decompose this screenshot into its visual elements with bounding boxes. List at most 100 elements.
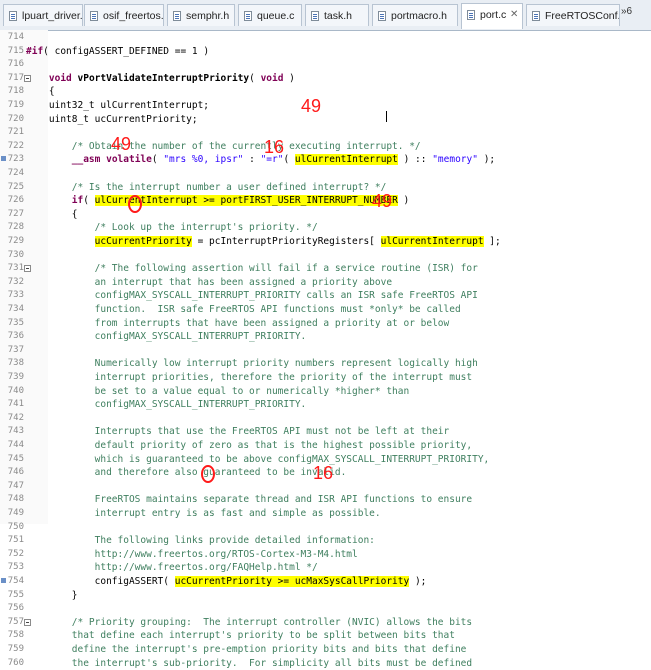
code-text: interrupt entry is as fast and simple as… [26, 507, 381, 521]
code-line[interactable]: 719 uint32_t ulCurrentInterrupt; [0, 99, 651, 113]
tab-file[interactable]: osif_freertos.c [84, 4, 164, 26]
line-number: 717 [7, 72, 24, 83]
code-line[interactable]: 745 which is guaranteed to be above conf… [0, 453, 651, 467]
c-file-icon [173, 11, 181, 21]
line-number: 756 [7, 603, 24, 614]
code-token: vPortValidateInterruptPriority [77, 72, 250, 84]
code-line[interactable]: 728 /* Look up the interrupt's priority.… [0, 221, 651, 235]
code-line[interactable]: 716 [0, 58, 651, 72]
code-line[interactable]: 749 interrupt entry is as fast and simpl… [0, 507, 651, 521]
code-text: an interrupt that has been assigned a pr… [26, 276, 392, 290]
tab-file[interactable]: task.h [305, 4, 369, 26]
tab-file[interactable]: semphr.h [167, 4, 235, 26]
tab-overflow-button[interactable]: »6 [621, 6, 632, 17]
line-number: 745 [7, 453, 24, 464]
code-line[interactable]: 739 interrupt priorities, therefore the … [0, 371, 651, 385]
code-line[interactable]: 755 } [0, 589, 651, 603]
code-line[interactable]: 736 configMAX_SYSCALL_INTERRUPT_PRIORITY… [0, 330, 651, 344]
code-token: ) [397, 195, 410, 207]
code-line[interactable]: 754 configASSERT( ucCurrentPriority >= u… [0, 575, 651, 589]
code-line[interactable]: 747 [0, 480, 651, 494]
line-number: 759 [7, 644, 24, 654]
code-line[interactable]: 722 /* Obtain the number of the currentl… [0, 140, 651, 154]
line-number: 734 [7, 304, 24, 314]
line-number: 758 [7, 630, 24, 641]
code-line[interactable]: 748 FreeRTOS maintains separate thread a… [0, 493, 651, 507]
tab-file[interactable]: queue.c [238, 4, 302, 26]
line-number: 714 [7, 32, 24, 42]
code-text: configMAX_SYSCALL_INTERRUPT_PRIORITY. [26, 398, 307, 412]
code-line[interactable]: 740 be set to a value equal to or numeri… [0, 385, 651, 399]
code-line[interactable]: 732 an interrupt that has been assigned … [0, 276, 651, 290]
code-line[interactable]: 751 The following links provide detailed… [0, 534, 651, 548]
code-line[interactable]: 730 [0, 249, 651, 263]
code-line[interactable]: 729 ucCurrentPriority = pcInterruptPrior… [0, 235, 651, 249]
annotation-0-circle-b [201, 465, 215, 483]
code-line[interactable]: 760 the interrupt's sub-priority. For si… [0, 657, 651, 670]
close-tab-icon[interactable]: ✕ [510, 4, 518, 26]
tab-file[interactable]: lpuart_driver.c [3, 4, 83, 26]
editor-tab-bar: lpuart_driver.c osif_freertos.c semphr.h qu… [0, 0, 651, 31]
comment-token: from interrupts that have been assigned … [26, 317, 450, 329]
code-line[interactable]: 757 /* Priority grouping: The interrupt … [0, 616, 651, 630]
code-text: be set to a value equal to or numericall… [26, 385, 410, 399]
code-line[interactable]: 744 default priority of zero as that is … [0, 439, 651, 453]
code-line[interactable]: 752 http://www.freertos.org/RTOS-Cortex-… [0, 548, 651, 562]
tab-file[interactable]: portmacro.h [372, 4, 458, 26]
code-line[interactable]: 714 [0, 31, 651, 45]
code-line[interactable]: 759 define the interrupt's pre-emption p… [0, 643, 651, 657]
code-token: ); [477, 154, 496, 166]
code-line[interactable]: 721 [0, 126, 651, 140]
code-line[interactable]: 734 function. ISR safe FreeRTOS API func… [0, 303, 651, 317]
annotation-0-circle-a [128, 195, 142, 213]
code-line[interactable]: 735 from interrupts that have been assig… [0, 317, 651, 331]
tab-label: lpuart_driver.c [22, 10, 83, 22]
code-line[interactable]: 750 [0, 521, 651, 535]
string-token: "=r" [260, 154, 284, 166]
code-line[interactable]: 737 [0, 344, 651, 358]
c-file-icon [90, 11, 98, 21]
code-text: configMAX_SYSCALL_INTERRUPT_PRIORITY. [26, 330, 307, 344]
code-text: configMAX_SYSCALL_INTERRUPT_PRIORITY cal… [26, 289, 478, 303]
code-text: configASSERT( ucCurrentPriority >= ucMax… [26, 575, 426, 589]
code-line[interactable]: 723 __asm volatile( "mrs %0, ipsr" : "=r… [0, 153, 651, 167]
line-number: 720 [7, 113, 24, 124]
code-line[interactable]: 742 [0, 412, 651, 426]
code-line[interactable]: 758 that define each interrupt's priorit… [0, 629, 651, 643]
text-caret [386, 111, 387, 122]
line-number: 750 [7, 521, 24, 532]
code-text: /* The following assertion will fail if … [26, 262, 478, 276]
code-line[interactable]: 726 if( ulCurrentInterrupt >= portFIRST_… [0, 194, 651, 208]
code-line[interactable]: 724 [0, 167, 651, 181]
code-text: /* Is the interrupt number a user define… [26, 181, 387, 195]
comment-token: FreeRTOS maintains separate thread and I… [26, 494, 473, 506]
code-line[interactable]: 746 and therefore also guaranteed to be … [0, 466, 651, 480]
code-line[interactable]: 717 void vPortValidateInterruptPriority(… [0, 72, 651, 86]
code-line[interactable]: 718 { [0, 85, 651, 99]
code-text: http://www.freertos.org/RTOS-Cortex-M3-M… [26, 548, 358, 562]
code-text: Interrupts that use the FreeRTOS API mus… [26, 425, 450, 439]
code-line[interactable]: 715 #if( configASSERT_DEFINED == 1 ) [0, 45, 651, 59]
code-line[interactable]: 741 configMAX_SYSCALL_INTERRUPT_PRIORITY… [0, 398, 651, 412]
comment-token: interrupt entry is as fast and simple as… [26, 508, 381, 519]
tab-file[interactable]: port.c ✕ [461, 3, 523, 29]
code-line[interactable]: 725 /* Is the interrupt number a user de… [0, 181, 651, 195]
comment-token: the interrupt's sub-priority. For simpli… [26, 657, 473, 669]
code-line[interactable]: 753 http://www.freertos.org/FAQHelp.html… [0, 561, 651, 575]
code-line[interactable]: 733 configMAX_SYSCALL_INTERRUPT_PRIORITY… [0, 289, 651, 303]
comment-token: /* The following assertion will fail if … [26, 263, 478, 275]
tab-label: task.h [324, 10, 353, 22]
code-text: { [26, 208, 78, 222]
code-line[interactable]: 720 uint8_t ucCurrentPriority; [0, 113, 651, 127]
code-line[interactable]: 731 /* The following assertion will fail… [0, 262, 651, 276]
line-number: 752 [7, 548, 24, 559]
code-token: ) :: [397, 154, 433, 166]
code-line[interactable]: 743 Interrupts that use the FreeRTOS API… [0, 425, 651, 439]
code-line[interactable]: 727 { [0, 208, 651, 222]
code-line[interactable]: 756 [0, 602, 651, 616]
tab-file[interactable]: FreeRTOSConf... [526, 4, 620, 26]
comment-token: Interrupts that use the FreeRTOS API mus… [26, 426, 450, 438]
line-number: 725 [7, 181, 24, 192]
code-line[interactable]: 738 Numerically low interrupt priority n… [0, 357, 651, 371]
